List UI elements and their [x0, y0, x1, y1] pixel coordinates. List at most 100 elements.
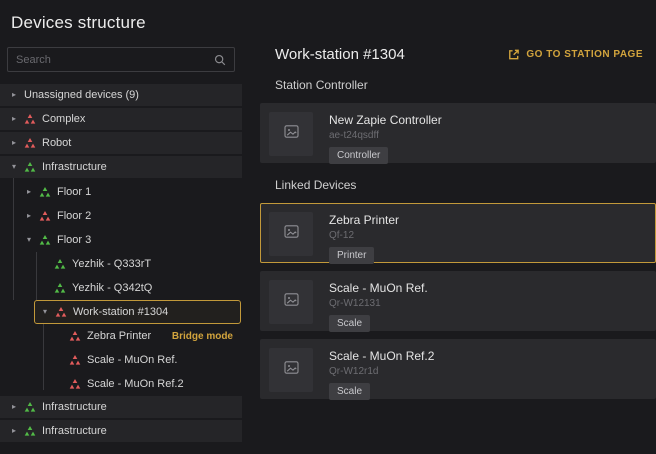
tree-item[interactable]: Yezhik - Q333rT — [0, 252, 242, 276]
device-title: New Zapie Controller — [329, 113, 442, 127]
bridge-mode-badge: Bridge mode — [172, 331, 233, 342]
tree-item[interactable]: ▸ Infrastructure — [0, 420, 242, 442]
chevron-icon[interactable]: ▸ — [27, 188, 39, 196]
device-title: Scale - MuOn Ref.2 — [329, 349, 434, 363]
tree-item-label: Scale - MuOn Ref.2 — [87, 378, 184, 390]
device-cluster-icon — [24, 114, 36, 125]
device-card[interactable]: Zebra Printer Qf-12 Printer — [260, 203, 656, 263]
chevron-icon[interactable]: ▸ — [12, 139, 24, 147]
tree-item-label: Yezhik - Q342tQ — [72, 282, 152, 294]
go-to-station-page-link[interactable]: GO TO STATION PAGE — [507, 48, 643, 61]
tree-item-label: Yezhik - Q333rT — [72, 258, 151, 270]
tree-item-label: Scale - MuOn Ref. — [87, 354, 177, 366]
tree-item-label: Floor 2 — [57, 210, 91, 222]
tree-item-label: Robot — [42, 137, 71, 149]
tree-item[interactable]: ▸ Unassigned devices (9) — [0, 84, 242, 106]
image-placeholder-icon — [283, 291, 300, 313]
device-type-badge: Scale — [329, 315, 370, 332]
device-cluster-icon — [69, 355, 81, 366]
chevron-icon[interactable]: ▸ — [12, 115, 24, 123]
tree-item-label: Infrastructure — [42, 161, 107, 173]
device-cluster-icon — [39, 187, 51, 198]
device-type-badge: Printer — [329, 247, 374, 264]
chevron-icon[interactable]: ▸ — [12, 403, 24, 411]
tree-item-label: Unassigned devices (9) — [24, 89, 139, 101]
chevron-icon[interactable]: ▾ — [27, 236, 39, 244]
devices-sidebar: Devices structure ▸ Unassigned devices (… — [0, 0, 242, 444]
card-body: Zebra Printer Qf-12 Printer — [329, 212, 399, 254]
tree-item-label: Floor 1 — [57, 186, 91, 198]
device-cluster-icon — [55, 307, 67, 318]
tree-item[interactable]: Scale - MuOn Ref. — [0, 348, 242, 372]
device-id: ae-t24qsdff — [329, 130, 442, 141]
card-list: New Zapie Controller ae-t24qsdff Control… — [260, 103, 656, 163]
device-cluster-icon — [24, 426, 36, 437]
device-thumbnail — [269, 212, 313, 256]
device-thumbnail — [269, 112, 313, 156]
tree-item-label: Floor 3 — [57, 234, 91, 246]
device-id: Qr-W12131 — [329, 298, 428, 309]
device-title: Scale - MuOn Ref. — [329, 281, 428, 295]
chevron-icon[interactable]: ▾ — [12, 163, 24, 171]
search-input[interactable] — [8, 54, 214, 66]
tree-item[interactable]: ▸ Robot — [0, 132, 242, 154]
page-title: Devices structure — [0, 0, 242, 44]
sections-container: Station Controller New Zapie Controller … — [260, 78, 656, 399]
device-cluster-icon — [54, 259, 66, 270]
station-detail-panel: Work-station #1304 GO TO STATION PAGE St… — [260, 0, 656, 407]
tree-item[interactable]: ▸ Infrastructure — [0, 396, 242, 418]
tree-item[interactable]: ▸ Floor 1 — [0, 180, 242, 204]
chevron-icon[interactable]: ▸ — [27, 212, 39, 220]
tree-item[interactable]: Yezhik - Q342tQ — [0, 276, 242, 300]
tree-item-label: Work-station #1304 — [73, 306, 168, 318]
tree-item[interactable]: ▸ Floor 2 — [0, 204, 242, 228]
tree-item-label: Infrastructure — [42, 425, 107, 437]
search-icon — [214, 54, 226, 66]
image-placeholder-icon — [283, 123, 300, 145]
device-cluster-icon — [39, 211, 51, 222]
chevron-icon[interactable]: ▾ — [43, 308, 55, 316]
device-card[interactable]: Scale - MuOn Ref.2 Qr-W12r1d Scale — [260, 339, 656, 399]
card-body: New Zapie Controller ae-t24qsdff Control… — [329, 112, 442, 154]
tree-item[interactable]: ▾ Floor 3 — [0, 228, 242, 252]
tree-item[interactable]: ▸ Complex — [0, 108, 242, 130]
section-label: Station Controller — [275, 78, 656, 92]
device-title: Zebra Printer — [329, 213, 399, 227]
section-label: Linked Devices — [275, 178, 656, 192]
card-body: Scale - MuOn Ref.2 Qr-W12r1d Scale — [329, 348, 434, 390]
device-cluster-icon — [24, 138, 36, 149]
tree-item-label: Infrastructure — [42, 401, 107, 413]
device-type-badge: Scale — [329, 383, 370, 400]
tree-item[interactable]: Scale - MuOn Ref.2 — [0, 372, 242, 396]
card-list: Zebra Printer Qf-12 Printer Scale - MuOn… — [260, 203, 656, 399]
tree-item[interactable]: ▾ Work-station #1304 — [34, 300, 241, 324]
device-card[interactable]: Scale - MuOn Ref. Qr-W12131 Scale — [260, 271, 656, 331]
detail-header: Work-station #1304 GO TO STATION PAGE — [275, 46, 643, 63]
device-id: Qf-12 — [329, 230, 399, 241]
detail-title: Work-station #1304 — [275, 46, 405, 63]
device-cluster-icon — [54, 283, 66, 294]
image-placeholder-icon — [283, 359, 300, 381]
device-cluster-icon — [24, 402, 36, 413]
device-thumbnail — [269, 348, 313, 392]
tree-item[interactable]: ▾ Infrastructure — [0, 156, 242, 178]
search-box — [7, 47, 235, 72]
device-tree: ▸ Unassigned devices (9) ▸ Complex ▸ — [0, 84, 242, 442]
chevron-icon[interactable]: ▸ — [12, 427, 24, 435]
image-placeholder-icon — [283, 223, 300, 245]
device-cluster-icon — [24, 162, 36, 173]
tree-item[interactable]: Zebra Printer Bridge mode — [0, 324, 242, 348]
device-card[interactable]: New Zapie Controller ae-t24qsdff Control… — [260, 103, 656, 163]
device-id: Qr-W12r1d — [329, 366, 434, 377]
device-cluster-icon — [69, 331, 81, 342]
device-type-badge: Controller — [329, 147, 388, 164]
chevron-icon[interactable]: ▸ — [12, 91, 24, 99]
device-cluster-icon — [39, 235, 51, 246]
device-cluster-icon — [69, 379, 81, 390]
device-thumbnail — [269, 280, 313, 324]
tree-item-label: Complex — [42, 113, 85, 125]
tree-item-label: Zebra Printer — [87, 330, 151, 342]
external-link-icon — [507, 48, 520, 61]
device-section: Station Controller New Zapie Controller … — [260, 78, 656, 163]
go-to-station-page-label: GO TO STATION PAGE — [526, 49, 643, 60]
